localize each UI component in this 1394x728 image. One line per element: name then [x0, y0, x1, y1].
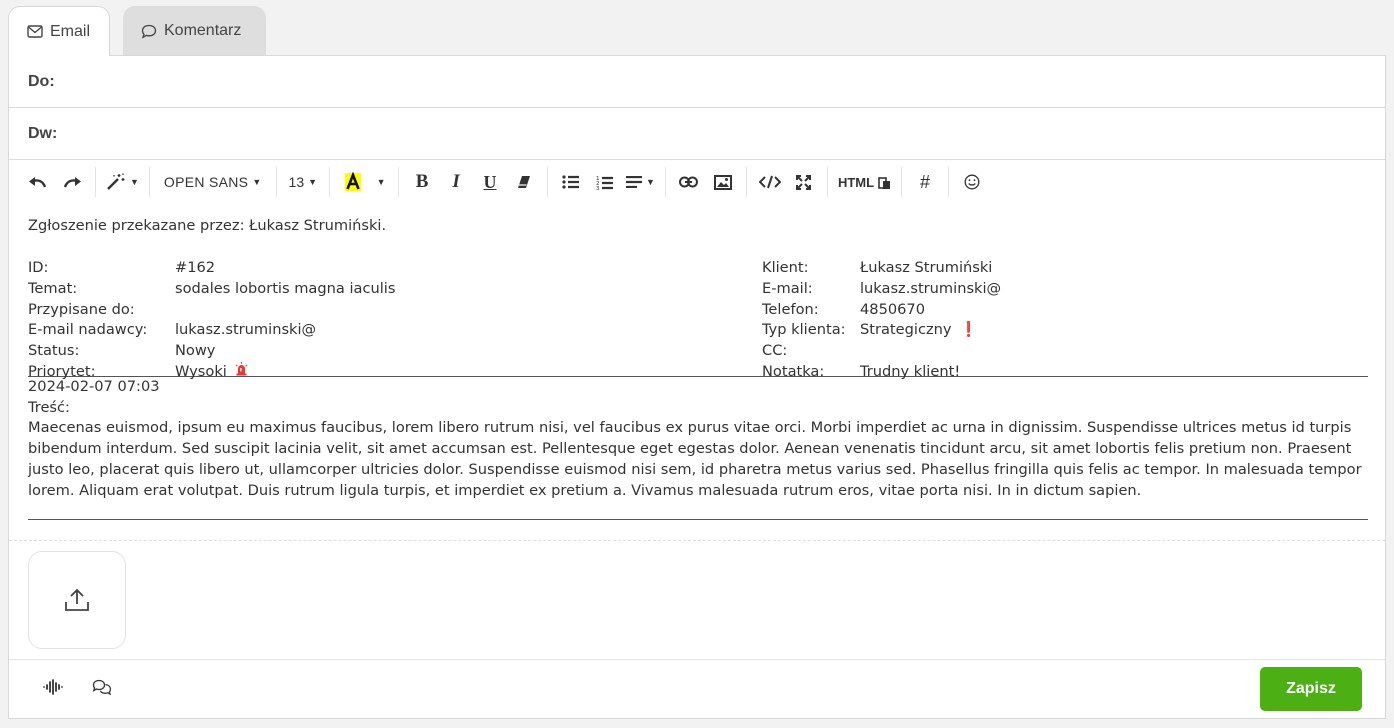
- upload-icon: [65, 588, 89, 611]
- save-button[interactable]: Zapisz: [1260, 667, 1362, 711]
- emoji-button[interactable]: [955, 167, 989, 197]
- tab-email[interactable]: Email: [8, 6, 110, 56]
- align-left-icon: [626, 176, 643, 188]
- image-icon: [713, 174, 732, 190]
- info-row: Status: Nowy: [28, 341, 216, 359]
- comment-icon: [141, 24, 157, 39]
- redo-button[interactable]: [55, 167, 89, 197]
- voice-record-button[interactable]: [43, 679, 63, 695]
- mail-icon: [27, 25, 43, 38]
- font-family-value: OPEN SANS: [163, 174, 249, 190]
- info-row: E-mail nadawcy: lukasz.struminski@: [28, 320, 317, 338]
- info-row: Typ klienta: Strategiczny ❗: [762, 320, 978, 341]
- html-label: HTML: [837, 174, 875, 190]
- info-row: Klient: Łukasz Strumiński: [762, 258, 993, 276]
- numbered-list-button[interactable]: 123: [588, 167, 622, 197]
- cc-field[interactable]: Dw:: [9, 108, 1385, 160]
- info-row: Temat: sodales lobortis magna iaculis: [28, 279, 396, 297]
- text-color-button[interactable]: [336, 167, 370, 197]
- hashtag-button[interactable]: #: [908, 167, 942, 197]
- fullscreen-button[interactable]: [787, 167, 821, 197]
- clipboard-icon: [878, 176, 891, 189]
- tab-komentarz[interactable]: Komentarz: [123, 6, 266, 56]
- body-label: Treść:: [28, 398, 70, 416]
- toolbar-divider: [95, 167, 96, 197]
- fullscreen-icon: [796, 174, 812, 190]
- cc-label: Dw:: [28, 124, 58, 142]
- magic-wand-icon: [107, 173, 125, 190]
- hashtag-icon: #: [920, 171, 931, 192]
- footer-bar: Zapisz: [9, 659, 1385, 719]
- info-row: CC:: [762, 341, 788, 359]
- toolbar-divider: [745, 167, 747, 197]
- toolbar-divider: [148, 167, 150, 197]
- toolbar-divider: [826, 167, 828, 197]
- info-row: Notatka: Trudny klient!: [762, 362, 961, 380]
- attachment-upload-button[interactable]: [28, 551, 126, 649]
- email-panel: Do: Dw: ▼ OPEN SANS ▼ 13 ▼ ▼ B I U 1 2 3…: [8, 55, 1386, 719]
- tab-bar: Email Komentarz: [8, 6, 266, 56]
- font-size-dropdown[interactable]: 13 ▼: [283, 167, 324, 197]
- toolbar-divider: [329, 167, 331, 197]
- font-family-dropdown[interactable]: OPEN SANS ▼: [156, 167, 270, 197]
- toolbar-divider: [398, 167, 400, 197]
- to-label: Do:: [28, 72, 55, 90]
- insert-link-button[interactable]: [672, 167, 706, 197]
- smiley-icon: [964, 174, 980, 190]
- toolbar-divider: [948, 167, 950, 197]
- siren-icon: [235, 361, 248, 383]
- underline-button[interactable]: U: [473, 167, 507, 197]
- font-color-icon: [345, 172, 362, 191]
- text-color-dropdown[interactable]: ▼: [370, 167, 392, 197]
- undo-button[interactable]: [21, 167, 55, 197]
- underline-icon: U: [483, 171, 497, 192]
- dashed-separator: [9, 540, 1385, 541]
- undo-icon: [29, 177, 47, 188]
- italic-button[interactable]: I: [439, 167, 473, 197]
- font-size-value: 13: [288, 174, 305, 190]
- info-row: Telefon: 4850670: [762, 300, 925, 318]
- editor-content[interactable]: Zgłoszenie przekazane przez: Łukasz Stru…: [28, 216, 1368, 520]
- code-icon: [758, 175, 781, 189]
- toolbar-divider: [664, 167, 666, 197]
- waveform-icon: [43, 679, 63, 695]
- toolbar-divider: [901, 167, 903, 197]
- toolbar-divider: [275, 167, 277, 197]
- info-row: Priorytet: Wysoki: [28, 361, 248, 383]
- info-row: E-mail: lukasz.struminski@: [762, 279, 1002, 297]
- html-paste-button[interactable]: HTML: [834, 167, 895, 197]
- redo-icon: [63, 177, 81, 188]
- toolbar-divider: [547, 167, 549, 197]
- to-field[interactable]: Do:: [9, 56, 1385, 108]
- align-dropdown[interactable]: ▼: [622, 167, 659, 197]
- info-row: ID: #162: [28, 258, 216, 276]
- bullet-list-button[interactable]: [554, 167, 588, 197]
- italic-icon: I: [452, 171, 460, 192]
- svg-text:3: 3: [596, 186, 600, 190]
- insert-image-button[interactable]: [706, 167, 740, 197]
- numbered-list-icon: 123: [596, 176, 614, 190]
- comments-button[interactable]: [92, 679, 112, 695]
- content-divider: [28, 518, 1368, 520]
- tab-email-label: Email: [50, 22, 91, 40]
- message-body: Maecenas euismod, ipsum eu maximus fauci…: [28, 419, 1362, 499]
- link-icon: [679, 176, 699, 188]
- eraser-icon: [518, 176, 531, 188]
- forward-intro: Zgłoszenie przekazane przez: Łukasz Stru…: [28, 217, 387, 234]
- bold-icon: B: [415, 171, 429, 192]
- bold-button[interactable]: B: [405, 167, 439, 197]
- ticket-info-table: ID: #162 Temat: sodales lobortis magna iac…: [28, 258, 1368, 380]
- editor-toolbar: ▼ OPEN SANS ▼ 13 ▼ ▼ B I U 1 2 3 ▼ HTML …: [9, 160, 1385, 204]
- bullet-list-icon: [562, 175, 580, 189]
- code-view-button[interactable]: [753, 167, 787, 197]
- info-row: Przypisane do:: [28, 300, 135, 318]
- clear-format-button[interactable]: [507, 167, 541, 197]
- magic-format-button[interactable]: ▼: [102, 167, 143, 197]
- chat-bubbles-icon: [92, 679, 112, 695]
- tab-komentarz-label: Komentarz: [164, 22, 242, 39]
- exclamation-icon: ❗: [959, 320, 978, 338]
